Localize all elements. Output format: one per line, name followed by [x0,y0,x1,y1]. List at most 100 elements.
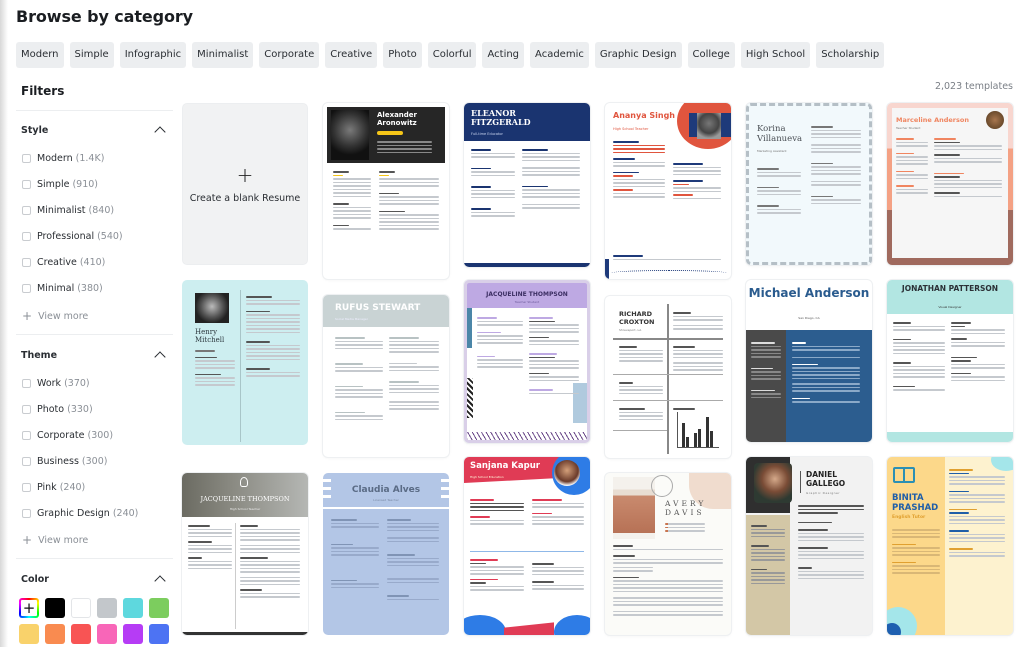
chevron-up-icon [154,126,166,138]
checkbox[interactable] [22,258,31,267]
color-swatch-orange[interactable] [45,624,65,644]
category-chip-corporate[interactable]: Corporate [259,42,320,68]
category-chip-graphic-design[interactable]: Graphic Design [594,42,682,68]
template-card[interactable]: Sanjana Kapur High School Education [464,457,590,635]
page-edge-shadow [0,0,8,647]
filter-option-graphic-design[interactable]: Graphic Design (240) [22,508,138,519]
text-column [934,136,1002,199]
text-column [240,523,300,600]
category-chip-minimalist[interactable]: Minimalist [192,42,254,68]
category-chip-acting[interactable]: Acting [482,42,525,68]
filter-option-creative[interactable]: Creative (410) [22,257,105,268]
category-chip-creative[interactable]: Creative [325,42,378,68]
category-chip-infographic[interactable]: Infographic [119,42,187,68]
filter-option-modern[interactable]: Modern (1.4K) [22,153,104,164]
template-card[interactable]: Ananya Singh High School Teacher [605,103,731,279]
color-swatch-turquoise[interactable] [123,598,143,618]
template-name: DANIEL GALLEGO [806,470,846,488]
stripe-decor [323,479,331,482]
text-column [613,139,665,200]
template-card[interactable]: JACQUELINE THOMPSON High School Teacher [182,473,308,635]
checkbox[interactable] [22,284,31,293]
template-card[interactable]: Korina Villanueva Marketing Assistant [746,103,872,265]
text-column [673,310,723,332]
checkbox[interactable] [22,405,31,414]
custom-color-swatch[interactable]: + [19,598,39,618]
template-card[interactable]: JACQUELINE THOMPSON Teacher Student [464,280,590,443]
filter-option-minimal[interactable]: Minimal (380) [22,283,103,294]
plus-icon: + [21,598,37,617]
category-chip-scholarship[interactable]: Scholarship [816,42,885,68]
template-body: Marceline Anderson Teacher Student [892,108,1008,258]
template-card[interactable]: Claudia Alves Licensed Teacher [323,473,449,635]
filter-option-minimalist[interactable]: Minimalist (840) [22,205,114,216]
color-swatch-blue[interactable] [149,624,169,644]
color-swatch-pink[interactable] [97,624,117,644]
theme-view-more-button[interactable]: + View more [22,534,88,546]
template-name: Korina Villanueva [757,124,803,144]
option-count: (910) [72,179,98,190]
category-chip-modern[interactable]: Modern [16,42,64,68]
theme-section-header[interactable]: Theme [21,349,166,363]
template-card[interactable]: Alexander Aronowitz [323,103,449,279]
filter-option-simple[interactable]: Simple (910) [22,179,98,190]
color-swatch-purple[interactable] [123,624,143,644]
template-card[interactable]: ELEANOR FITZGERALD Full-time Educator [464,103,590,267]
checkbox[interactable] [22,379,31,388]
color-swatch-yellow[interactable] [19,624,39,644]
template-card[interactable]: Marceline Anderson Teacher Student [887,103,1013,265]
template-card[interactable]: Michael Anderson San Diego, CA [746,280,872,442]
book-icon [893,467,915,483]
filter-option-work[interactable]: Work (370) [22,378,90,389]
color-swatch-gray[interactable] [97,598,117,618]
category-chip-college[interactable]: College [687,42,735,68]
contact-lines [665,521,705,534]
sidebar-panel [746,515,790,635]
checkbox[interactable] [22,457,31,466]
filter-option-professional[interactable]: Professional (540) [22,231,123,242]
view-more-label: View more [38,310,89,322]
checkbox[interactable] [22,431,31,440]
style-view-more-button[interactable]: + View more [22,310,88,322]
create-blank-resume-card[interactable]: + Create a blank Resume [182,103,308,265]
filter-option-pink[interactable]: Pink (240) [22,482,85,493]
template-card[interactable]: BINITA PRASHAD English Tutor [887,457,1013,635]
option-label: Corporate [37,430,85,441]
checkbox[interactable] [22,232,31,241]
category-chip-simple[interactable]: Simple [69,42,114,68]
template-card[interactable]: RICHARD CROXTON Shreveport, LA [605,296,731,458]
color-swatch-black[interactable] [45,598,65,618]
color-section-header[interactable]: Color [21,573,166,587]
template-card[interactable]: Henry Mitchell [182,280,308,445]
text-column [195,348,235,388]
template-card[interactable]: RUFUS STEWART Social Media Manager [323,295,449,457]
category-chip-colorful[interactable]: Colorful [427,42,477,68]
category-chip-photo[interactable]: Photo [383,42,422,68]
chevron-up-icon [154,575,166,587]
text-column [335,335,383,422]
filter-option-business[interactable]: Business (300) [22,456,107,467]
color-swatch-white[interactable] [71,598,91,618]
template-name: RICHARD CROXTON [619,310,655,326]
template-header: RUFUS STEWART Social Media Manager [323,295,449,327]
filter-option-corporate[interactable]: Corporate (300) [22,430,113,441]
template-card[interactable]: JONATHAN PATTERSON Visual Designer [887,280,1013,442]
category-chip-academic[interactable]: Academic [530,42,589,68]
template-subtitle: Licensed Teacher [373,498,399,502]
checkbox[interactable] [22,483,31,492]
template-card[interactable]: DANIEL GALLEGO Graphic Designer [746,457,872,635]
text-column [529,315,579,396]
category-chip-high-school[interactable]: High School [740,42,811,68]
decor-band [504,622,554,635]
filter-option-photo[interactable]: Photo (330) [22,404,93,415]
style-section-header[interactable]: Style [21,124,166,138]
color-swatch-red[interactable] [71,624,91,644]
color-swatch-green[interactable] [149,598,169,618]
template-subtitle: Visual Designer [938,305,962,309]
checkbox[interactable] [22,154,31,163]
portrait-photo [195,293,229,323]
checkbox[interactable] [22,509,31,518]
template-card[interactable]: AVERY DAVIS [605,473,731,635]
checkbox[interactable] [22,206,31,215]
checkbox[interactable] [22,180,31,189]
